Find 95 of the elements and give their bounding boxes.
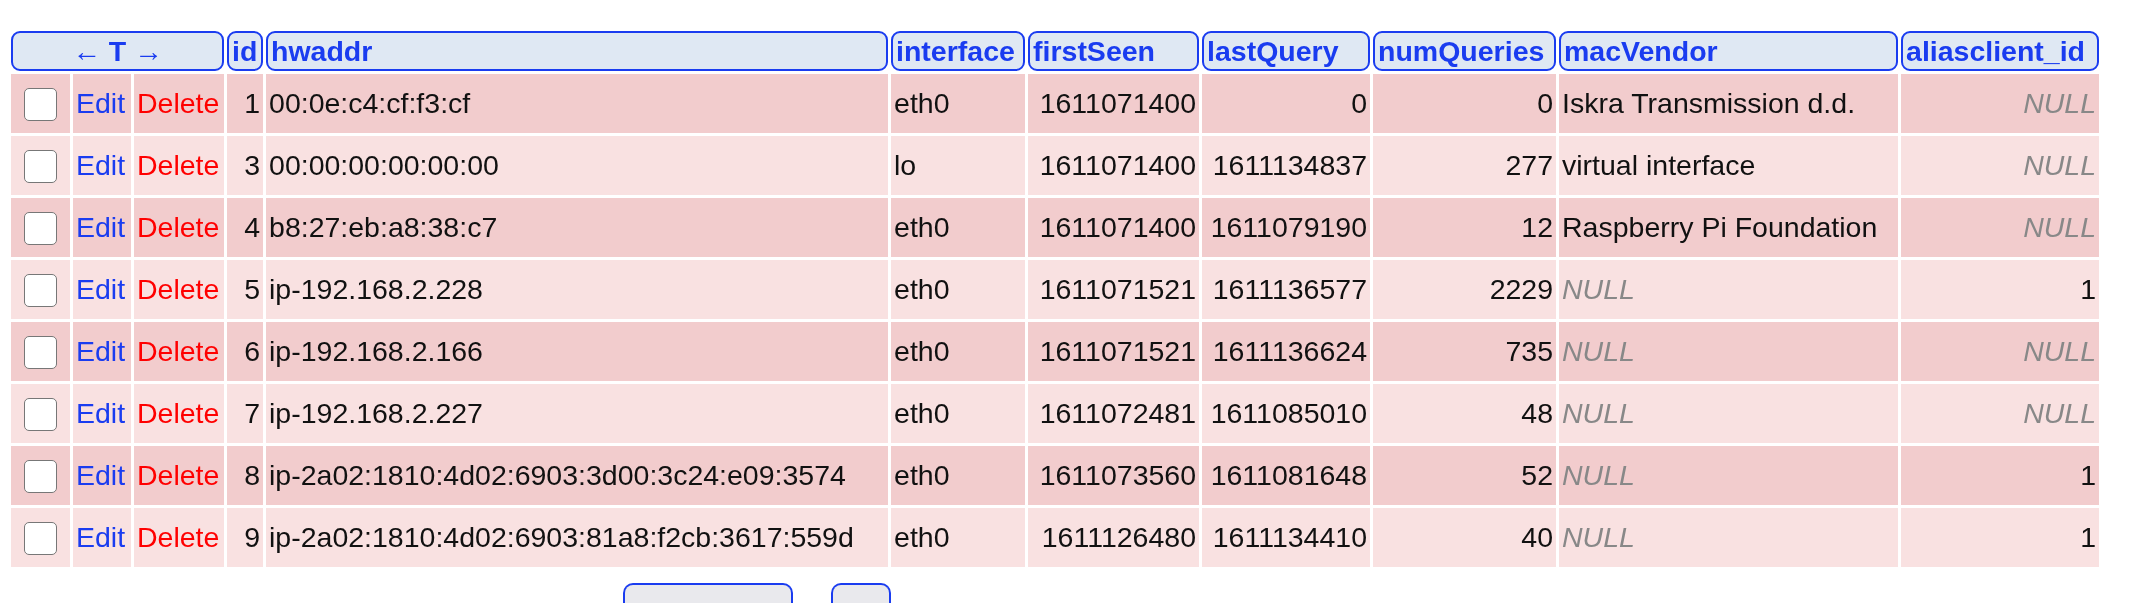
table-cell-text: 1 [2079,458,2098,493]
table-cell-text: 1 [243,86,262,121]
table-cell-text: 4 [243,210,262,245]
edit-link[interactable]: Edit [76,335,126,367]
table-cell-text: 735 [1504,334,1555,369]
table-cell-text: 9 [243,520,262,555]
table-cell-text: 1611081648 [1209,458,1369,493]
table-cell-text: 48 [1520,396,1555,431]
table-cell-text: 40 [1520,520,1555,555]
table-cell-text: NULL [1561,396,1636,431]
table-cell-text: ip-192.168.2.228 [268,272,484,307]
edit-link[interactable]: Edit [76,273,126,305]
row-checkbox[interactable] [24,274,57,307]
table-cell-text: 1611134410 [1211,520,1369,555]
table-cell-text: 12 [1520,210,1555,245]
button[interactable] [623,583,793,603]
delete-link[interactable]: Delete [137,397,220,429]
table-cell-text: NULL [2022,210,2098,245]
row-checkbox[interactable] [24,150,57,183]
table-cell-text: NULL [1561,272,1636,307]
table-cell-text: 1611072481 [1038,396,1198,431]
edit-link[interactable]: Edit [76,397,126,429]
table-cell-text: 0 [1350,86,1369,121]
column-header[interactable]: id [227,31,264,71]
table-cell-text: 3 [243,148,262,183]
table-cell-text: 0 [1536,86,1555,121]
table-cell-text: 1611073560 [1038,458,1198,493]
table-cell-text: ip-2a02:1810:4d02:6903:3d00:3c24:e09:3574 [268,458,847,493]
table-cell-text: NULL [1561,334,1636,369]
table-cell-text: eth0 [893,334,951,369]
table-cell-text: eth0 [893,520,951,555]
delete-link[interactable]: Delete [137,521,220,553]
row-checkbox[interactable] [24,460,57,493]
table-cell-text: 7 [243,396,262,431]
table-cell-text: NULL [2022,148,2098,183]
table-cell-text: NULL [1561,458,1636,493]
table-cell-text: NULL [2022,334,2098,369]
table-cell-text: 1611126480 [1040,520,1198,555]
table-cell-text: 1611071521 [1038,272,1198,307]
table-cell-text: ip-192.168.2.227 [268,396,484,431]
edit-link[interactable]: Edit [76,521,126,553]
table-cell-text: Raspberry Pi Foundation [1561,210,1879,245]
row-checkbox[interactable] [24,88,57,121]
row-checkbox[interactable] [24,522,57,555]
column-header[interactable]: macVendor [1559,31,1899,71]
table-cell-text: NULL [1561,520,1636,555]
edit-link[interactable]: Edit [76,459,126,491]
delete-link[interactable]: Delete [137,149,220,181]
table-cell-text: virtual interface [1561,148,1757,183]
table-cell-text: 52 [1520,458,1555,493]
edit-link[interactable]: Edit [76,87,126,119]
table-cell-text: 277 [1504,148,1555,183]
table-cell-text: 6 [243,334,262,369]
table-cell-text: 1611071400 [1038,86,1198,121]
table-cell-text: eth0 [893,396,951,431]
table-cell-text: eth0 [893,86,951,121]
table-cell-text: 1 [2079,520,2098,555]
table-cell-text: lo [893,148,918,183]
table-cell-text: 1611136624 [1211,334,1369,369]
table-cell-text: NULL [2022,396,2098,431]
table-cell-text: b8:27:eb:a8:38:c7 [268,210,499,245]
table-cell-text: eth0 [893,272,951,307]
row-checkbox[interactable] [24,336,57,369]
table-cell-text: Iskra Transmission d.d. [1561,86,1857,121]
table-cell-text: 1611071400 [1038,148,1198,183]
table-cell-text: NULL [2022,86,2098,121]
button[interactable] [831,583,891,603]
table-cell-text: 1611085010 [1209,396,1369,431]
table-cell-text: 2229 [1488,272,1555,307]
table-cell-text: eth0 [893,210,951,245]
table-cell-text: ip-2a02:1810:4d02:6903:81a8:f2cb:3617:559d [268,520,855,555]
column-header[interactable]: firstSeen [1028,31,1200,71]
table-cell-text: 1611071521 [1038,334,1198,369]
edit-link[interactable]: Edit [76,211,126,243]
column-navigation-header[interactable]: ← T → [11,31,225,71]
table-cell-text: ip-192.168.2.166 [268,334,484,369]
column-header[interactable]: aliasclient_id [1901,31,2100,71]
table-cell-text: 1611136577 [1211,272,1369,307]
edit-link[interactable]: Edit [76,149,126,181]
table-cell-text: 1 [2079,272,2098,307]
delete-link[interactable]: Delete [137,273,220,305]
table-cell-text: 00:00:00:00:00:00 [268,148,500,183]
table-cell-text: 8 [243,458,262,493]
table-cell-text: 1611071400 [1038,210,1198,245]
row-checkbox[interactable] [24,212,57,245]
column-header[interactable]: numQueries [1373,31,1557,71]
column-header[interactable]: interface [891,31,1026,71]
table-cell-text: 5 [243,272,262,307]
column-header[interactable]: lastQuery [1202,31,1371,71]
row-checkbox[interactable] [24,398,57,431]
table-cell-text: 1611134837 [1211,148,1369,183]
table-cell-text: eth0 [893,458,951,493]
column-header[interactable]: hwaddr [266,31,889,71]
table-cell-text: 00:0e:c4:cf:f3:cf [268,86,472,121]
table-cell-text: 1611079190 [1209,210,1369,245]
